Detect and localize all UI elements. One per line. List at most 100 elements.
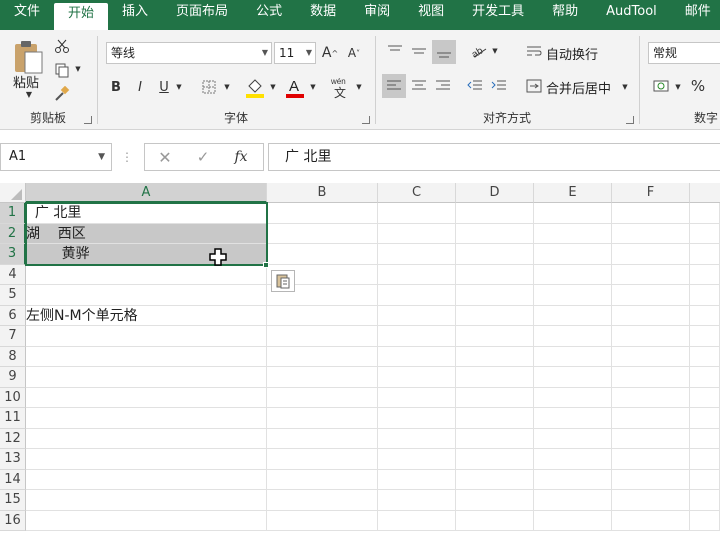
grid-cell[interactable] xyxy=(456,490,534,511)
grid-cell[interactable] xyxy=(26,265,267,285)
grid-cell[interactable] xyxy=(26,470,267,490)
row-header-11[interactable]: 11 xyxy=(0,408,26,429)
grid-cell[interactable] xyxy=(378,326,456,347)
grid-cell[interactable] xyxy=(378,224,456,244)
grid-cell[interactable] xyxy=(456,265,534,285)
grid-cell[interactable] xyxy=(267,511,378,531)
grid-cell[interactable] xyxy=(690,326,720,347)
tab-insert[interactable]: 插入 xyxy=(108,0,162,30)
copy-dropdown-icon[interactable]: ▼ xyxy=(74,64,82,74)
row-header-14[interactable]: 14 xyxy=(0,470,26,490)
grid-cell[interactable] xyxy=(378,470,456,490)
cancel-icon[interactable]: ✕ xyxy=(153,146,177,168)
row-header-10[interactable]: 10 xyxy=(0,388,26,408)
grid-cell[interactable] xyxy=(378,388,456,408)
grid-cell[interactable] xyxy=(378,306,456,326)
grid-cell[interactable] xyxy=(267,470,378,490)
font-size-select[interactable]: 11 ▼ xyxy=(274,42,316,64)
tab-help[interactable]: 帮助 xyxy=(538,0,592,30)
tab-formulas[interactable]: 公式 xyxy=(242,0,296,30)
grid-cell[interactable] xyxy=(534,470,612,490)
grid-cell[interactable] xyxy=(690,470,720,490)
grid-cell[interactable] xyxy=(456,326,534,347)
grid-cell[interactable] xyxy=(267,408,378,429)
grid-cell[interactable] xyxy=(378,429,456,449)
grid-cell[interactable] xyxy=(378,408,456,429)
grid-cell[interactable] xyxy=(612,367,690,388)
grid-cell[interactable] xyxy=(26,490,267,511)
borders-icon[interactable] xyxy=(198,76,220,98)
grid-cell[interactable] xyxy=(267,388,378,408)
tab-home[interactable]: 开始 xyxy=(54,3,109,30)
grid-cell[interactable] xyxy=(612,347,690,367)
copy-icon[interactable] xyxy=(52,60,72,80)
column-header-e[interactable]: E xyxy=(534,183,612,203)
format-painter-icon[interactable] xyxy=(52,84,72,104)
tab-developer[interactable]: 开发工具 xyxy=(458,0,538,30)
grid-cell[interactable] xyxy=(378,511,456,531)
phonetic-icon[interactable]: wén 文 xyxy=(328,74,352,100)
grid-cell[interactable] xyxy=(456,306,534,326)
grid-cell[interactable] xyxy=(456,449,534,470)
grid-cell[interactable] xyxy=(456,285,534,306)
column-header-c[interactable]: C xyxy=(378,183,456,203)
column-header-f[interactable]: F xyxy=(612,183,690,203)
cell-a3[interactable]: 黄骅 xyxy=(26,244,267,265)
borders-dropdown-icon[interactable]: ▼ xyxy=(222,76,232,98)
grid-cell[interactable] xyxy=(267,449,378,470)
scissors-icon[interactable] xyxy=(52,36,72,56)
font-launcher-icon[interactable] xyxy=(362,116,370,124)
grid-cell[interactable] xyxy=(267,326,378,347)
grid-cell[interactable] xyxy=(456,347,534,367)
increase-font-icon[interactable]: A ^ xyxy=(320,42,340,64)
column-header-g[interactable] xyxy=(690,183,720,203)
grid-cell[interactable] xyxy=(612,449,690,470)
grid-cell[interactable] xyxy=(378,265,456,285)
select-all-corner[interactable] xyxy=(0,183,26,203)
grid-cell[interactable] xyxy=(456,367,534,388)
grid-cell[interactable] xyxy=(267,367,378,388)
grid-cell[interactable] xyxy=(26,388,267,408)
enter-icon[interactable]: ✓ xyxy=(191,146,215,168)
accounting-format-icon[interactable] xyxy=(650,74,674,98)
number-format-select[interactable]: 常规 xyxy=(648,42,720,64)
orientation-dropdown-icon[interactable]: ▼ xyxy=(490,40,500,62)
align-center-icon[interactable] xyxy=(408,74,430,98)
font-name-select[interactable]: 等线 ▼ xyxy=(106,42,272,64)
grid-cell[interactable] xyxy=(690,449,720,470)
grid-cell[interactable] xyxy=(690,285,720,306)
grid-cell[interactable] xyxy=(378,203,456,224)
grid-cell[interactable] xyxy=(612,326,690,347)
row-header-4[interactable]: 4 xyxy=(0,265,26,285)
row-header-5[interactable]: 5 xyxy=(0,285,26,306)
grid-cell[interactable] xyxy=(378,347,456,367)
grid-cell[interactable] xyxy=(456,388,534,408)
fill-handle[interactable] xyxy=(263,262,269,268)
formula-bar-grip-icon[interactable]: ⋮ xyxy=(120,148,134,166)
grid-cell[interactable] xyxy=(456,429,534,449)
grid-cell[interactable] xyxy=(267,347,378,367)
grid-cell[interactable] xyxy=(267,429,378,449)
decrease-indent-icon[interactable] xyxy=(464,74,486,98)
grid-cell[interactable] xyxy=(612,429,690,449)
row-header-13[interactable]: 13 xyxy=(0,449,26,470)
paste-options-icon[interactable] xyxy=(271,270,295,292)
underline-dropdown-icon[interactable]: ▼ xyxy=(174,76,184,98)
grid-cell[interactable] xyxy=(690,265,720,285)
align-left-icon[interactable] xyxy=(382,74,406,98)
grid-cell[interactable] xyxy=(456,511,534,531)
align-bottom-icon[interactable] xyxy=(432,40,456,64)
grid-cell[interactable] xyxy=(378,285,456,306)
row-header-15[interactable]: 15 xyxy=(0,490,26,511)
insert-function-icon[interactable]: fx xyxy=(229,146,253,168)
grid-cell[interactable] xyxy=(378,449,456,470)
grid-cell[interactable] xyxy=(534,367,612,388)
grid-cell[interactable] xyxy=(26,367,267,388)
paste-dropdown-icon[interactable]: ▼ xyxy=(24,90,34,99)
grid-cell[interactable] xyxy=(26,326,267,347)
percent-icon[interactable]: % xyxy=(688,74,708,98)
grid-cell[interactable] xyxy=(534,285,612,306)
grid-cell[interactable] xyxy=(534,265,612,285)
grid-cell[interactable] xyxy=(456,224,534,244)
row-header-16[interactable]: 16 xyxy=(0,511,26,531)
